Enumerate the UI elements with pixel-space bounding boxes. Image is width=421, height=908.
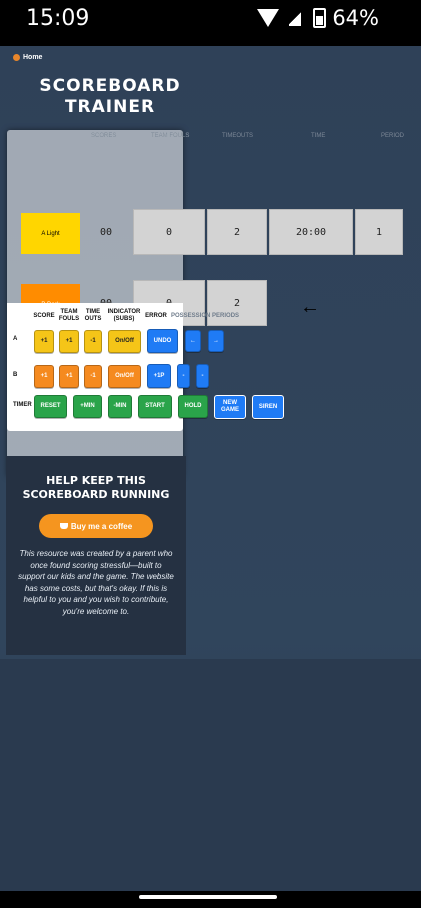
- team-a-score-plus-button[interactable]: +1: [34, 330, 54, 353]
- battery-percent: 64%: [332, 6, 379, 30]
- buy-coffee-label: Buy me a coffee: [70, 521, 133, 531]
- page: Home SCOREBOARD TRAINER SCORES TEAM FOUL…: [0, 46, 421, 891]
- period-minus-button[interactable]: -: [196, 364, 209, 388]
- system-nav-bar: [0, 891, 421, 908]
- team-a-indicator-toggle[interactable]: On/Off: [108, 330, 141, 353]
- reset-button[interactable]: RESET: [34, 395, 67, 418]
- col-possession-periods: POSSESSION PERIODS: [171, 313, 241, 320]
- start-button[interactable]: START: [138, 395, 172, 418]
- possession-right-button[interactable]: →: [208, 330, 224, 352]
- plus-period-button[interactable]: +1P: [147, 364, 171, 388]
- support-title: HELP KEEP THIS SCOREBOARD RUNNING: [22, 474, 170, 501]
- support-text: This resource was created by a parent wh…: [18, 549, 174, 616]
- battery-icon: [313, 8, 327, 28]
- home-link[interactable]: Home: [13, 54, 42, 61]
- signal-icon: [289, 10, 302, 26]
- buy-coffee-button[interactable]: Buy me a coffee: [39, 514, 153, 538]
- header-period: PERIOD: [381, 133, 405, 139]
- wifi-icon: [257, 9, 280, 27]
- home-link-label: Home: [23, 54, 43, 61]
- period-display: 1: [355, 209, 403, 255]
- plus-minute-button[interactable]: +MIN: [73, 395, 102, 418]
- col-possession: POSSESSION: [171, 313, 211, 319]
- team-a-foul-plus-button[interactable]: +1: [59, 330, 79, 353]
- header-time: TIME: [311, 133, 326, 139]
- undo-button[interactable]: UNDO: [147, 329, 178, 353]
- team-a-timeouts: 2: [207, 209, 267, 255]
- hold-button[interactable]: HOLD: [178, 395, 208, 418]
- title-line-2: TRAINER: [64, 97, 156, 117]
- siren-button[interactable]: SIREN: [252, 395, 284, 419]
- game-clock: 20:00: [269, 209, 353, 255]
- new-game-button[interactable]: NEW GAME: [214, 395, 246, 419]
- basketball-icon: [13, 54, 20, 61]
- possession-left-button[interactable]: ←: [185, 330, 201, 352]
- header-timeouts: TIMEOUTS: [222, 133, 253, 139]
- col-team-fouls: TEAM FOULS: [58, 309, 80, 322]
- col-indicator: INDICATOR (SUBS): [107, 309, 141, 322]
- minus-minute-button[interactable]: -MIN: [108, 395, 132, 418]
- team-b-indicator-toggle[interactable]: On/Off: [108, 365, 141, 388]
- page-title: SCOREBOARD TRAINER: [14, 76, 206, 118]
- possession-arrow-icon: ←: [300, 296, 320, 318]
- col-periods: PERIODS: [212, 313, 240, 319]
- col-error: ERROR: [145, 313, 167, 319]
- home-gesture-bar[interactable]: [139, 895, 277, 899]
- possession-b-minus-button[interactable]: -: [177, 364, 190, 388]
- col-time-outs: TIME OUTS: [84, 309, 102, 322]
- row-b-label: B: [13, 372, 18, 378]
- col-score: SCORE: [33, 313, 55, 319]
- coffee-cup-icon: [59, 523, 68, 529]
- team-b-score-plus-button[interactable]: +1: [34, 365, 54, 388]
- support-card: HELP KEEP THIS SCOREBOARD RUNNING Buy me…: [6, 456, 186, 655]
- team-a-timeout-minus-button[interactable]: -1: [84, 330, 102, 353]
- team-b-foul-plus-button[interactable]: +1: [59, 365, 79, 388]
- team-b-timeout-minus-button[interactable]: -1: [84, 365, 102, 388]
- status-bar: 15:09 64%: [0, 0, 421, 46]
- page-lower-background: [0, 659, 421, 891]
- status-time: 15:09: [26, 6, 90, 31]
- row-a-label: A: [13, 336, 18, 342]
- status-indicators: 64%: [257, 6, 379, 30]
- timer-label: TIMER: [13, 402, 32, 408]
- title-line-1: SCOREBOARD: [39, 76, 181, 96]
